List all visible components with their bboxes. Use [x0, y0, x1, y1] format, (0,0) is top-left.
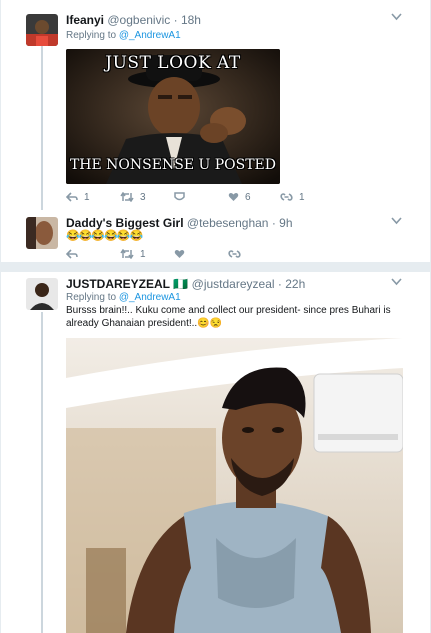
chain-icon: [228, 250, 241, 258]
reply-icon: [66, 192, 78, 202]
dm-count: 1: [299, 191, 305, 203]
tweet-actions: 1 3 6 1: [66, 189, 366, 205]
like-count: 6: [245, 191, 251, 203]
heart-icon: [228, 192, 239, 201]
tweet-header: JUSTDAREYZEAL 🇳🇬 @justdareyzeal · 22h: [66, 277, 305, 291]
separator: ·: [271, 216, 276, 230]
dm-button[interactable]: [228, 249, 241, 259]
chain-icon: [280, 193, 293, 201]
like-button[interactable]: 6: [228, 192, 251, 203]
tweet-text-line-2: already Ghanaian president!..😊😒: [66, 318, 223, 329]
user-handle[interactable]: @justdareyzeal: [192, 277, 275, 291]
reply-mention[interactable]: @_AndrewA1: [119, 30, 181, 41]
save-icon: [174, 192, 185, 201]
heart-icon: [174, 249, 185, 258]
tweet-header: Ifeanyi @ogbenivic · 18h: [66, 13, 201, 27]
tweet-daddys-biggest-girl[interactable]: Daddy's Biggest Girl @tebesenghan · 9h 😂…: [1, 210, 430, 262]
retweet-count: 1: [140, 248, 146, 260]
replying-prefix: Replying to: [66, 30, 117, 41]
meme-bottom-text: THE NONSENSE U POSTED: [69, 157, 277, 173]
tweet-justdareyzeal[interactable]: JUSTDAREYZEAL 🇳🇬 @justdareyzeal · 22h Re…: [1, 272, 430, 633]
separator: ·: [277, 277, 282, 291]
separator: ·: [173, 13, 178, 27]
retweet-button[interactable]: 1: [120, 249, 146, 260]
reply-button[interactable]: 1: [66, 192, 90, 203]
reply-icon: [66, 249, 78, 259]
display-name[interactable]: Ifeanyi: [66, 13, 104, 27]
retweet-button[interactable]: 3: [120, 192, 146, 203]
reply-button[interactable]: [66, 249, 78, 259]
replying-to: Replying to @_AndrewA1: [66, 30, 181, 41]
thread-line: [41, 312, 43, 633]
reply-count: 1: [84, 191, 90, 203]
retweet-icon: [120, 192, 134, 202]
thread-line: [41, 46, 43, 210]
tweet-header: Daddy's Biggest Girl @tebesenghan · 9h: [66, 216, 293, 230]
tweet-text: 😂😂😂😂😂😂: [66, 230, 143, 242]
save-button[interactable]: [174, 192, 185, 202]
retweet-count: 3: [140, 191, 146, 203]
user-handle[interactable]: @tebesenghan: [187, 216, 269, 230]
meme-top-text: JUST LOOK AT: [105, 53, 241, 73]
display-name[interactable]: JUSTDAREYZEAL: [66, 277, 170, 291]
replying-prefix: Replying to: [66, 292, 117, 303]
like-button[interactable]: [174, 249, 185, 259]
tweet-text-line-1: Bursss brain!!.. Kuku come and collect o…: [66, 305, 391, 316]
display-name[interactable]: Daddy's Biggest Girl: [66, 216, 184, 230]
dm-button[interactable]: 1: [280, 192, 305, 203]
timestamp[interactable]: 9h: [279, 216, 292, 230]
user-handle[interactable]: @ogbenivic: [107, 13, 170, 27]
timestamp[interactable]: 18h: [181, 13, 201, 27]
chevron-down-icon[interactable]: [391, 12, 402, 24]
reply-mention[interactable]: @_AndrewA1: [119, 292, 181, 303]
tweet-photo[interactable]: [66, 338, 403, 633]
replying-to: Replying to @_AndrewA1: [66, 292, 181, 303]
retweet-icon: [120, 249, 134, 259]
conversation-divider: [1, 262, 430, 272]
meme-image[interactable]: JUST LOOK AT THE NONSENSE U POSTED: [66, 49, 280, 184]
chevron-down-icon[interactable]: [391, 277, 402, 289]
avatar[interactable]: [26, 14, 58, 46]
timeline: Ifeanyi @ogbenivic · 18h Replying to @_A…: [0, 0, 431, 633]
tweet-ifeanyi[interactable]: Ifeanyi @ogbenivic · 18h Replying to @_A…: [1, 0, 430, 210]
avatar[interactable]: [26, 217, 58, 249]
nigeria-flag-icon: 🇳🇬: [173, 277, 189, 291]
chevron-down-icon[interactable]: [391, 216, 402, 228]
tweet-actions: 1: [66, 246, 366, 262]
avatar[interactable]: [26, 278, 58, 310]
timestamp[interactable]: 22h: [285, 277, 305, 291]
